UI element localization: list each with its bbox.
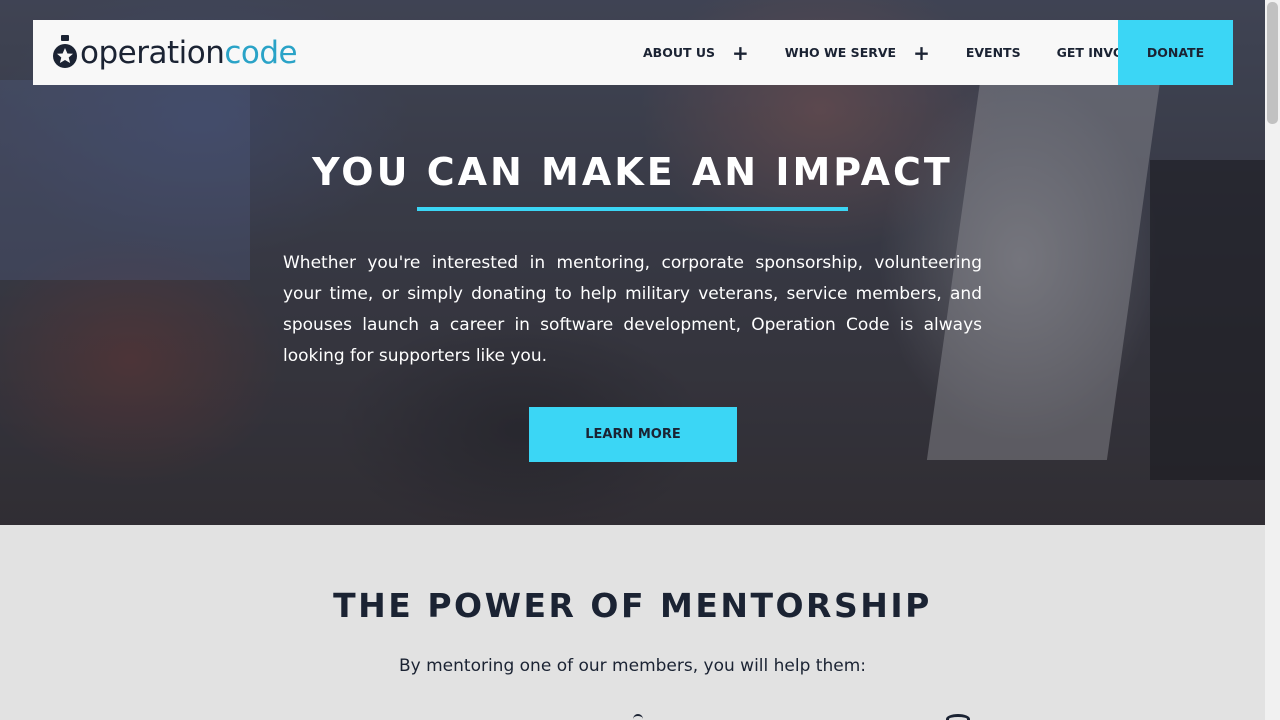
plus-icon[interactable]: + — [732, 43, 749, 63]
plus-icon[interactable]: + — [913, 43, 930, 63]
hero-description: Whether you're interested in mentoring, … — [283, 253, 982, 366]
partial-icon — [633, 714, 643, 720]
donate-button[interactable]: DONATE — [1118, 20, 1233, 85]
hero-title: YOU CAN MAKE AN IMPACT — [312, 150, 953, 194]
logo-text-operation: operation — [80, 35, 225, 71]
nav-item-label: ABOUT US — [643, 45, 716, 60]
nav-item-label: EVENTS — [965, 45, 1021, 60]
nav-item-label: WHO WE SERVE — [784, 45, 897, 60]
logo-link[interactable]: operationcode — [52, 32, 298, 74]
medal-logo-icon — [53, 35, 77, 68]
partial-icon — [946, 714, 970, 720]
scrollbar-thumb[interactable] — [1267, 2, 1278, 124]
logo-text-code: code — [224, 35, 298, 71]
nav-item-about-us[interactable]: ABOUT US + — [643, 20, 749, 85]
section-intro: By mentoring one of our members, you wil… — [398, 656, 866, 676]
learn-more-button[interactable]: LEARN MORE — [529, 407, 737, 462]
nav-item-who-we-serve[interactable]: WHO WE SERVE + — [785, 20, 930, 85]
nav-links: ABOUT US + WHO WE SERVE + EVENTS GET INV… — [643, 20, 1192, 85]
hero-title-underline — [417, 207, 848, 211]
nav-item-events[interactable]: EVENTS — [966, 20, 1021, 85]
top-navbar: operationcode ABOUT US + WHO WE SERVE + … — [33, 20, 1233, 85]
logo-wordmark: operationcode — [80, 35, 298, 71]
section-title: THE POWER OF MENTORSHIP — [333, 586, 932, 625]
